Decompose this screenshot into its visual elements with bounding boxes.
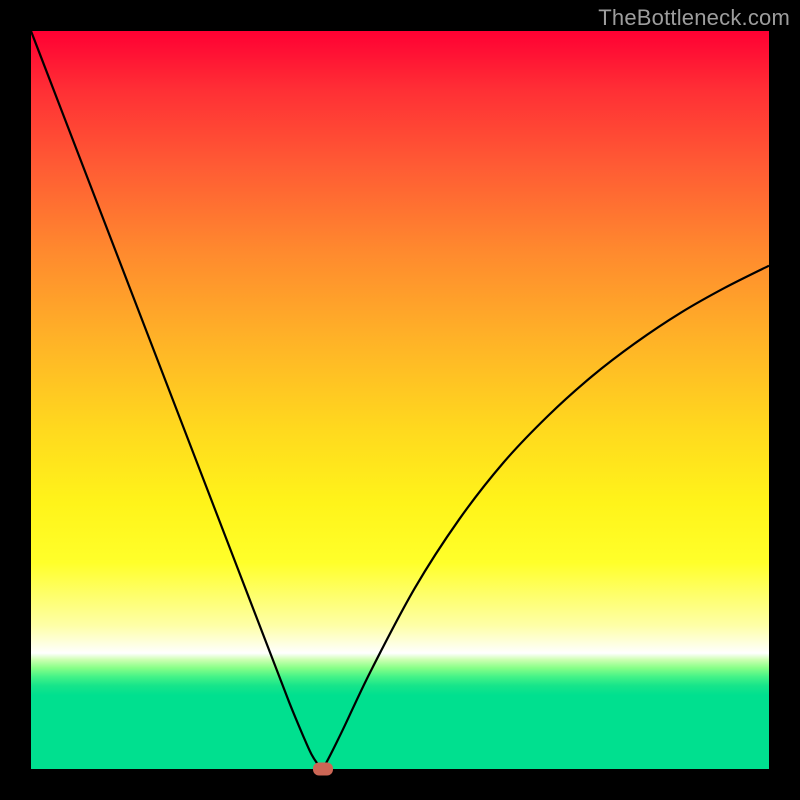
minimum-marker bbox=[313, 763, 333, 776]
curve-path bbox=[31, 31, 769, 769]
bottleneck-curve bbox=[31, 31, 769, 769]
watermark-text: TheBottleneck.com bbox=[598, 5, 790, 31]
plot-area bbox=[31, 31, 769, 769]
chart-frame: TheBottleneck.com bbox=[0, 0, 800, 800]
